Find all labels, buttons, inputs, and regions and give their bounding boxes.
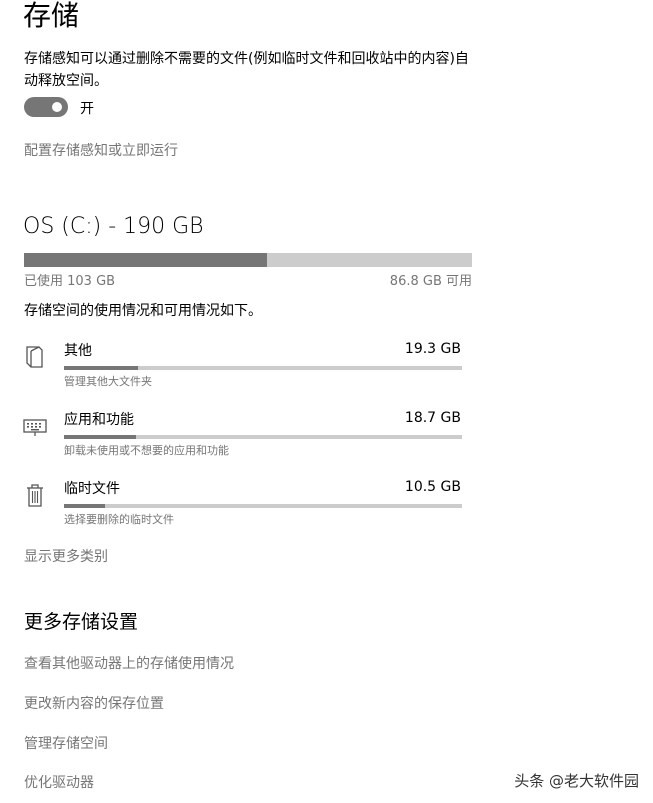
category-bar: [64, 366, 462, 370]
keyboard-icon: [23, 419, 47, 436]
storage-sense-toggle[interactable]: [24, 97, 68, 117]
more-storage-settings-title: 更多存储设置: [24, 611, 139, 633]
toggle-knob: [52, 102, 62, 112]
manage-storage-spaces-link[interactable]: 管理存储空间: [24, 733, 108, 753]
category-bar-fill: [64, 435, 137, 439]
category-size: 18.7 GB: [404, 410, 461, 426]
trash-icon: [27, 484, 43, 507]
configure-storage-sense-link[interactable]: 配置存储感知或立即运行: [24, 140, 178, 160]
category-bar: [64, 504, 462, 508]
storage-sense-description: 存储感知可以通过删除不需要的文件(例如临时文件和回收站中的内容)自动释放空间。: [24, 51, 469, 89]
drive-used-label: 已使用 103 GB: [24, 274, 116, 289]
category-subtitle: 管理其他大文件夹: [64, 375, 152, 388]
watermark: 头条 @老大软件园: [514, 772, 639, 790]
usage-description: 存储空间的使用情况和可用情况如下。: [24, 303, 262, 319]
page-title: 存储: [23, 0, 80, 32]
category-size: 10.5 GB: [404, 479, 461, 495]
category-label: 其他: [64, 343, 92, 359]
toggle-state-label: 开: [80, 101, 94, 117]
drive-free-label: 86.8 GB 可用: [389, 274, 472, 289]
drive-usage-fill: [24, 253, 267, 267]
category-bar-fill: [64, 366, 139, 370]
drive-usage-bar: [24, 253, 472, 267]
category-bar-fill: [64, 504, 105, 508]
change-save-location-link[interactable]: 更改新内容的保存位置: [24, 693, 164, 713]
category-size: 19.3 GB: [404, 341, 461, 357]
category-label: 临时文件: [64, 481, 120, 497]
view-other-drives-link[interactable]: 查看其他驱动器上的存储使用情况: [24, 653, 234, 673]
category-label: 应用和功能: [64, 412, 134, 428]
folder-icon: [26, 346, 43, 368]
drive-title: OS (C:) - 190 GB: [23, 214, 204, 239]
category-subtitle: 卸载未使用或不想要的应用和功能: [64, 444, 229, 457]
category-bar: [64, 435, 462, 439]
show-more-categories-link[interactable]: 显示更多类别: [24, 546, 108, 566]
category-subtitle: 选择要删除的临时文件: [64, 513, 174, 526]
optimize-drives-link[interactable]: 优化驱动器: [24, 772, 94, 792]
